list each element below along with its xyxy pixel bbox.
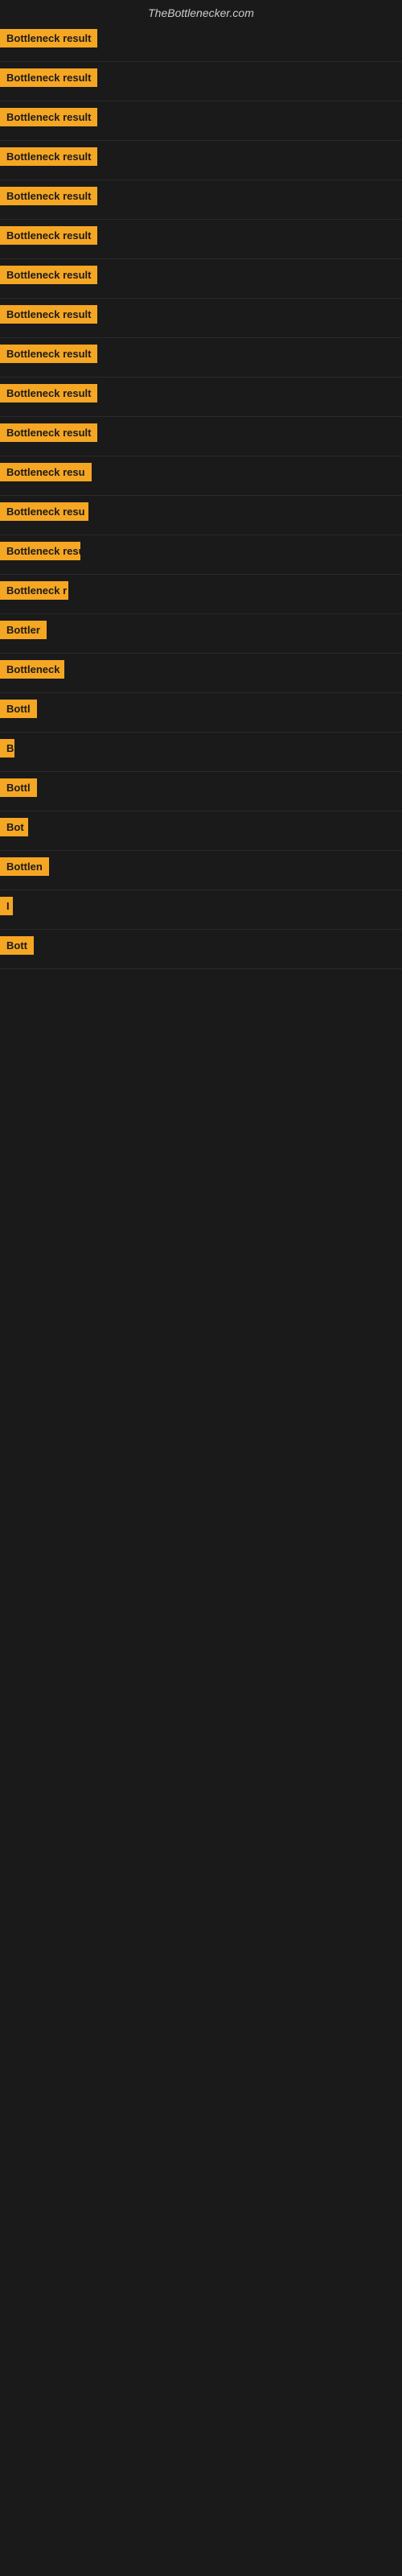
bottleneck-bar-7[interactable]: Bottleneck result: [0, 266, 97, 284]
bottleneck-bar-21[interactable]: Bot: [0, 818, 28, 836]
bottleneck-bar-19[interactable]: B: [0, 739, 14, 758]
table-row: Bottleneck result: [0, 141, 402, 180]
bottleneck-bar-4[interactable]: Bottleneck result: [0, 147, 97, 166]
table-row: Bottlen: [0, 851, 402, 890]
table-row: I: [0, 890, 402, 930]
bottleneck-bar-2[interactable]: Bottleneck result: [0, 68, 97, 87]
bottleneck-bar-24[interactable]: Bott: [0, 936, 34, 955]
table-row: Bottleneck resu: [0, 535, 402, 575]
bottleneck-bar-1[interactable]: Bottleneck result: [0, 29, 97, 47]
table-row: Bottler: [0, 614, 402, 654]
bottleneck-bar-6[interactable]: Bottleneck result: [0, 226, 97, 245]
bottleneck-bar-20[interactable]: Bottl: [0, 778, 37, 797]
bottleneck-bar-15[interactable]: Bottleneck r: [0, 581, 68, 600]
table-row: Bot: [0, 811, 402, 851]
table-row: Bottleneck result: [0, 23, 402, 62]
rows-container: Bottleneck result Bottleneck result Bottle…: [0, 23, 402, 969]
table-row: Bottl: [0, 693, 402, 733]
bottleneck-bar-10[interactable]: Bottleneck result: [0, 384, 97, 402]
table-row: Bott: [0, 930, 402, 969]
bottleneck-bar-17[interactable]: Bottleneck: [0, 660, 64, 679]
bottleneck-bar-9[interactable]: Bottleneck result: [0, 345, 97, 363]
bottleneck-bar-8[interactable]: Bottleneck result: [0, 305, 97, 324]
bottleneck-bar-14[interactable]: Bottleneck resu: [0, 542, 80, 560]
bottleneck-bar-22[interactable]: Bottlen: [0, 857, 49, 876]
table-row: Bottleneck result: [0, 378, 402, 417]
table-row: B: [0, 733, 402, 772]
table-row: Bottleneck result: [0, 417, 402, 456]
table-row: Bottleneck resu: [0, 456, 402, 496]
table-row: Bottleneck result: [0, 101, 402, 141]
table-row: Bottleneck result: [0, 338, 402, 378]
bottleneck-bar-23[interactable]: I: [0, 897, 13, 915]
table-row: Bottleneck result: [0, 62, 402, 101]
bottleneck-bar-11[interactable]: Bottleneck result: [0, 423, 97, 442]
table-row: Bottleneck result: [0, 299, 402, 338]
bottleneck-bar-13[interactable]: Bottleneck resu: [0, 502, 88, 521]
bottleneck-bar-3[interactable]: Bottleneck result: [0, 108, 97, 126]
table-row: Bottleneck result: [0, 220, 402, 259]
bottleneck-bar-18[interactable]: Bottl: [0, 700, 37, 718]
bottleneck-bar-5[interactable]: Bottleneck result: [0, 187, 97, 205]
table-row: Bottleneck r: [0, 575, 402, 614]
table-row: Bottl: [0, 772, 402, 811]
bottleneck-bar-12[interactable]: Bottleneck resu: [0, 463, 92, 481]
table-row: Bottleneck result: [0, 180, 402, 220]
table-row: Bottleneck result: [0, 259, 402, 299]
site-title: TheBottlenecker.com: [0, 0, 402, 23]
site-title-container: TheBottlenecker.com: [0, 0, 402, 23]
table-row: Bottleneck: [0, 654, 402, 693]
table-row: Bottleneck resu: [0, 496, 402, 535]
bottleneck-bar-16[interactable]: Bottler: [0, 621, 47, 639]
